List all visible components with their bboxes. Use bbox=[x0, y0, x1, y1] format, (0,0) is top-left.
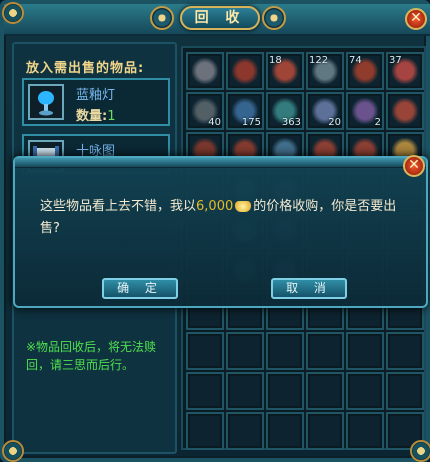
cancel-button[interactable]: 取 消 bbox=[271, 278, 347, 299]
sell-item-slot[interactable]: 蓝釉灯 数量:1 bbox=[22, 78, 170, 126]
slot-count: 175 bbox=[241, 117, 261, 128]
slot-count: 18 bbox=[269, 55, 282, 66]
corner-ornament-icon bbox=[2, 440, 24, 462]
inventory-slot[interactable] bbox=[346, 412, 384, 450]
slot-count: 20 bbox=[328, 117, 341, 128]
inventory-slot[interactable] bbox=[226, 52, 264, 90]
sell-confirm-dialog: ✕ 这些物品看上去不错，我以6,000 的价格收购，你是否要出售? 确 定 取 消 bbox=[13, 155, 428, 308]
slot-count: 74 bbox=[349, 55, 362, 66]
red-flower-icon bbox=[232, 58, 258, 84]
inventory-slot[interactable] bbox=[226, 332, 264, 370]
title-ornament-right-icon bbox=[262, 6, 286, 30]
slot-count: 2 bbox=[374, 117, 381, 128]
inventory-slot[interactable] bbox=[186, 332, 224, 370]
inventory-slot[interactable] bbox=[306, 412, 344, 450]
inventory-slot[interactable] bbox=[386, 332, 424, 370]
inventory-slot[interactable] bbox=[226, 412, 264, 450]
sell-item-name: 蓝釉灯 bbox=[76, 88, 116, 103]
corner-ornament-icon bbox=[410, 440, 430, 462]
inventory-slot[interactable] bbox=[186, 52, 224, 90]
inventory-slot[interactable]: 2 bbox=[346, 92, 384, 130]
inventory-slot[interactable] bbox=[346, 372, 384, 410]
inventory-slot[interactable] bbox=[306, 372, 344, 410]
inventory-slot[interactable] bbox=[266, 412, 304, 450]
inventory-slot[interactable]: 20 bbox=[306, 92, 344, 130]
inventory-slot[interactable]: 40 bbox=[186, 92, 224, 130]
inventory-slot[interactable] bbox=[386, 92, 424, 130]
recycle-warning-text: ※物品回收后，将无法赎回，请三思而后行。 bbox=[26, 340, 157, 372]
sell-item-quantity: 数量:1 bbox=[76, 109, 116, 124]
inventory-slot[interactable] bbox=[386, 372, 424, 410]
inventory-slot[interactable] bbox=[186, 372, 224, 410]
inventory-slot[interactable]: 363 bbox=[266, 92, 304, 130]
inventory-slot[interactable] bbox=[226, 372, 264, 410]
dialog-top-bar bbox=[15, 158, 426, 168]
inventory-slot[interactable] bbox=[306, 332, 344, 370]
inventory-slot[interactable] bbox=[266, 372, 304, 410]
window-title: 回 收 bbox=[180, 6, 260, 30]
inventory-slot[interactable]: 175 bbox=[226, 92, 264, 130]
sell-price: 6,000 bbox=[196, 199, 234, 214]
confirm-button[interactable]: 确 定 bbox=[102, 278, 178, 299]
red-flower-icon bbox=[392, 98, 418, 124]
recycle-window: 回 收 ✕ 放入需出售的物品: 蓝釉灯 数量:1 十咏图 ※物品回收后，将无法赎… bbox=[0, 0, 430, 462]
inventory-slot[interactable]: 37 bbox=[386, 52, 424, 90]
slot-count: 363 bbox=[281, 117, 301, 128]
inventory-slot[interactable]: 18 bbox=[266, 52, 304, 90]
inventory-slot[interactable] bbox=[346, 332, 384, 370]
inventory-slot[interactable] bbox=[186, 412, 224, 450]
rope-coil-icon bbox=[192, 58, 218, 84]
slot-count: 40 bbox=[208, 117, 221, 128]
close-window-button[interactable]: ✕ bbox=[405, 8, 427, 30]
inventory-slot[interactable]: 122 bbox=[306, 52, 344, 90]
inventory-slot[interactable]: 74 bbox=[346, 52, 384, 90]
dialog-message: 这些物品看上去不错，我以6,000 的价格收购，你是否要出售? bbox=[40, 199, 397, 236]
close-dialog-button[interactable]: ✕ bbox=[403, 155, 425, 177]
slot-count: 122 bbox=[309, 55, 329, 66]
sell-panel-header: 放入需出售的物品: bbox=[26, 61, 145, 76]
inventory-slot[interactable] bbox=[266, 332, 304, 370]
title-ornament-left-icon bbox=[150, 6, 174, 30]
gold-ingot-icon bbox=[235, 201, 252, 212]
slot-count: 37 bbox=[389, 55, 402, 66]
title-bar: 回 收 ✕ bbox=[4, 4, 430, 36]
blue-lamp-icon bbox=[28, 84, 64, 120]
corner-ornament-icon bbox=[2, 2, 24, 24]
